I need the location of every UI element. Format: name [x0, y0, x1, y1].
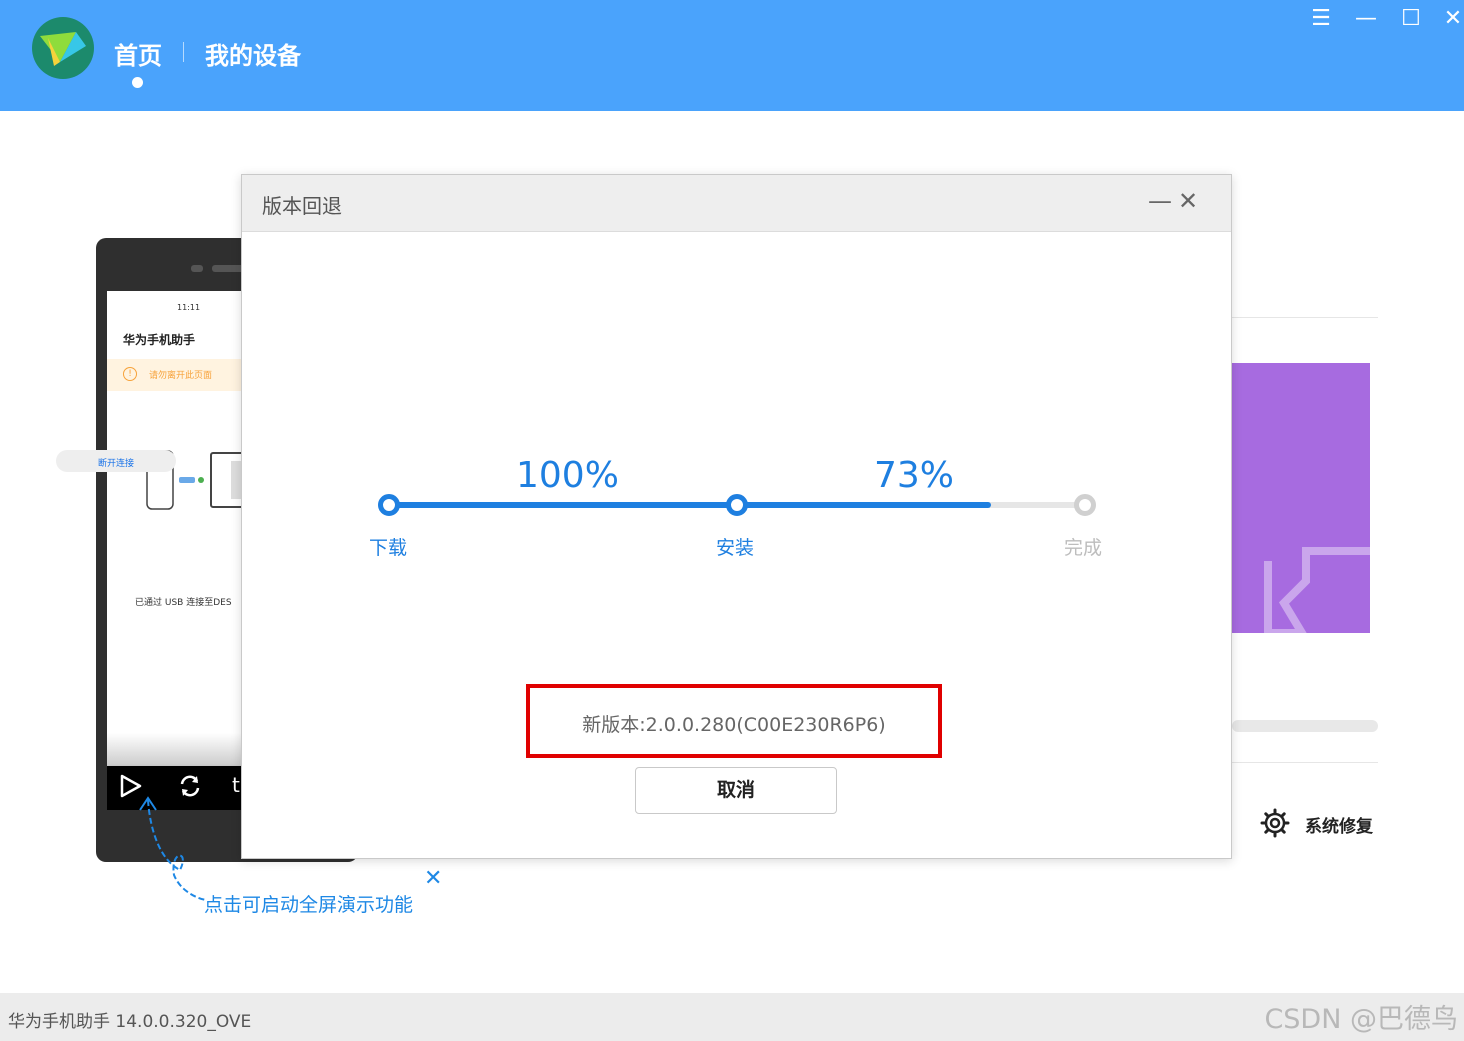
phone-more-icon[interactable]: t	[232, 773, 240, 797]
install-progress-fill	[737, 502, 991, 508]
fullscreen-hint-text: 点击可启动全屏演示功能	[204, 894, 414, 916]
disconnect-pill-label: 断开连接	[98, 459, 135, 469]
banner-graphic-icon	[1264, 547, 1370, 633]
phone-usb-status: 已通过 USB 连接至DES	[135, 598, 232, 608]
phone-status-time: 11:11	[177, 303, 201, 312]
panel-divider	[1232, 762, 1378, 763]
dialog-titlebar: 版本回退 — ✕	[242, 175, 1231, 232]
app-header: 首页 我的设备 ☰ — ☐ ✕	[0, 0, 1464, 111]
rollback-dialog: 版本回退 — ✕ 100% 73% 下载 安装 完成 新版本:2.0.0.280…	[241, 174, 1232, 859]
download-percent: 100%	[516, 455, 619, 496]
step-label-install: 安装	[716, 537, 755, 559]
phone-warning-text: 请勿离开此页面	[149, 371, 213, 381]
phone-camera	[191, 265, 203, 272]
dialog-title: 版本回退	[262, 194, 342, 218]
gear-icon[interactable]	[1260, 808, 1290, 838]
dialog-close-icon[interactable]: ✕	[1178, 187, 1198, 215]
promo-banner[interactable]	[1232, 363, 1370, 633]
phone-app-title: 华为手机助手	[123, 333, 196, 347]
nav-my-device-tab[interactable]: 我的设备	[205, 36, 301, 71]
step-node-download	[378, 494, 400, 516]
dialog-minimize-icon[interactable]: —	[1148, 187, 1172, 215]
app-logo-icon	[32, 17, 94, 79]
app-version-text: 华为手机助手 14.0.0.320_OVE	[8, 1012, 252, 1032]
phone-warning-banner: ! 请勿离开此页面	[107, 359, 252, 391]
new-version-text: 新版本:2.0.0.280(C00E230R6P6)	[582, 714, 886, 736]
hint-close-icon[interactable]: ✕	[424, 866, 442, 891]
active-tab-indicator	[132, 77, 143, 88]
minimize-icon[interactable]: —	[1353, 6, 1379, 32]
system-repair-button[interactable]: 系统修复	[1305, 812, 1373, 837]
panel-progress-track	[1232, 720, 1378, 732]
nav-divider	[183, 42, 184, 62]
panel-divider	[1232, 317, 1378, 318]
warning-icon: !	[123, 367, 137, 381]
menu-icon[interactable]: ☰	[1308, 6, 1334, 32]
watermark: CSDN @巴德鸟	[1264, 1004, 1458, 1035]
nav-home-tab[interactable]: 首页	[114, 36, 162, 71]
step-node-install	[726, 494, 748, 516]
close-icon[interactable]: ✕	[1440, 6, 1464, 32]
install-percent: 73%	[874, 455, 955, 496]
step-label-complete: 完成	[1064, 537, 1103, 559]
phone-screen: 11:11 华为手机助手 ! 请勿离开此页面 已通过 USB 连接至DES	[107, 291, 252, 810]
step-node-complete	[1074, 494, 1096, 516]
download-progress-track	[389, 502, 737, 508]
status-bar: 华为手机助手 14.0.0.320_OVE CSDN @巴德鸟	[0, 993, 1464, 1041]
maximize-icon[interactable]: ☐	[1398, 6, 1424, 32]
version-highlight-box: 新版本:2.0.0.280(C00E230R6P6)	[526, 684, 942, 758]
cancel-button[interactable]: 取消	[635, 767, 837, 814]
step-label-download: 下载	[369, 537, 408, 559]
